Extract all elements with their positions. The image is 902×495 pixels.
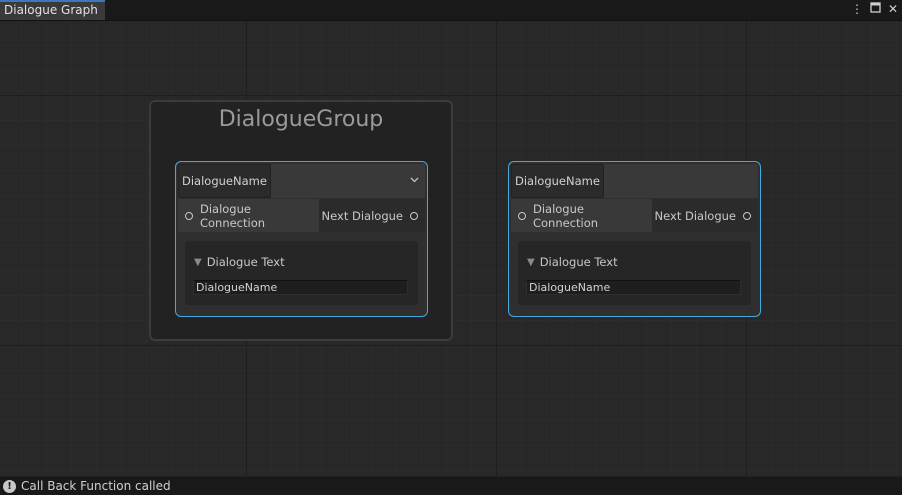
dialogue-name-field[interactable]: DialogueName <box>178 164 271 198</box>
maximize-icon[interactable] <box>869 2 881 16</box>
chevron-down-icon[interactable] <box>410 173 419 186</box>
dialogue-text-foldout[interactable]: ▼ Dialogue Text <box>527 255 618 269</box>
window-controls: ⋮ ✕ <box>851 2 899 16</box>
port-connector-icon[interactable] <box>518 211 526 220</box>
input-port[interactable]: Dialogue Connection <box>511 199 652 232</box>
kebab-menu-icon[interactable]: ⋮ <box>851 2 863 16</box>
tab-dialogue-graph[interactable]: Dialogue Graph <box>0 0 105 20</box>
node-header[interactable]: DialogueName <box>511 164 758 198</box>
foldout-label: Dialogue Text <box>539 255 618 269</box>
node-ports: Dialogue Connection Next Dialogue <box>511 199 758 232</box>
input-port[interactable]: Dialogue Connection <box>178 199 319 232</box>
group-title[interactable]: DialogueGroup <box>151 107 451 132</box>
output-port[interactable]: Next Dialogue <box>322 199 425 232</box>
node-header[interactable]: DialogueName <box>178 164 425 198</box>
status-bar: ! Call Back Function called <box>0 477 902 495</box>
input-port-label: Dialogue Connection <box>199 201 266 230</box>
graph-canvas[interactable]: DialogueGroup DialogueName Dialogue Conn… <box>0 21 902 476</box>
port-connector-icon[interactable] <box>410 211 418 220</box>
dialogue-node[interactable]: DialogueName Dialogue Connection Next Di… <box>508 161 761 317</box>
window-titlebar: Dialogue Graph ⋮ ✕ <box>0 0 902 21</box>
node-extension: ▼ Dialogue Text DialogueName <box>185 241 418 305</box>
dialogue-node[interactable]: DialogueName Dialogue Connection Next Di… <box>175 161 428 317</box>
dialogue-text-field[interactable]: DialogueName <box>526 280 741 295</box>
dialogue-name-field[interactable]: DialogueName <box>511 164 604 198</box>
node-extension: ▼ Dialogue Text DialogueName <box>518 241 751 305</box>
dialogue-text-field[interactable]: DialogueName <box>193 280 408 295</box>
close-icon[interactable]: ✕ <box>887 2 899 16</box>
output-port[interactable]: Next Dialogue <box>655 199 758 232</box>
info-icon: ! <box>3 479 16 493</box>
input-port-label: Dialogue Connection <box>532 201 599 230</box>
dialogue-text-foldout[interactable]: ▼ Dialogue Text <box>194 255 285 269</box>
port-connector-icon[interactable] <box>743 211 751 220</box>
output-port-label: Next Dialogue <box>654 208 736 223</box>
node-ports: Dialogue Connection Next Dialogue <box>178 199 425 232</box>
status-message: Call Back Function called <box>21 479 171 493</box>
output-port-label: Next Dialogue <box>321 208 403 223</box>
port-connector-icon[interactable] <box>185 211 193 220</box>
foldout-arrow-icon[interactable]: ▼ <box>194 257 202 268</box>
foldout-label: Dialogue Text <box>206 255 285 269</box>
foldout-arrow-icon[interactable]: ▼ <box>527 257 535 268</box>
